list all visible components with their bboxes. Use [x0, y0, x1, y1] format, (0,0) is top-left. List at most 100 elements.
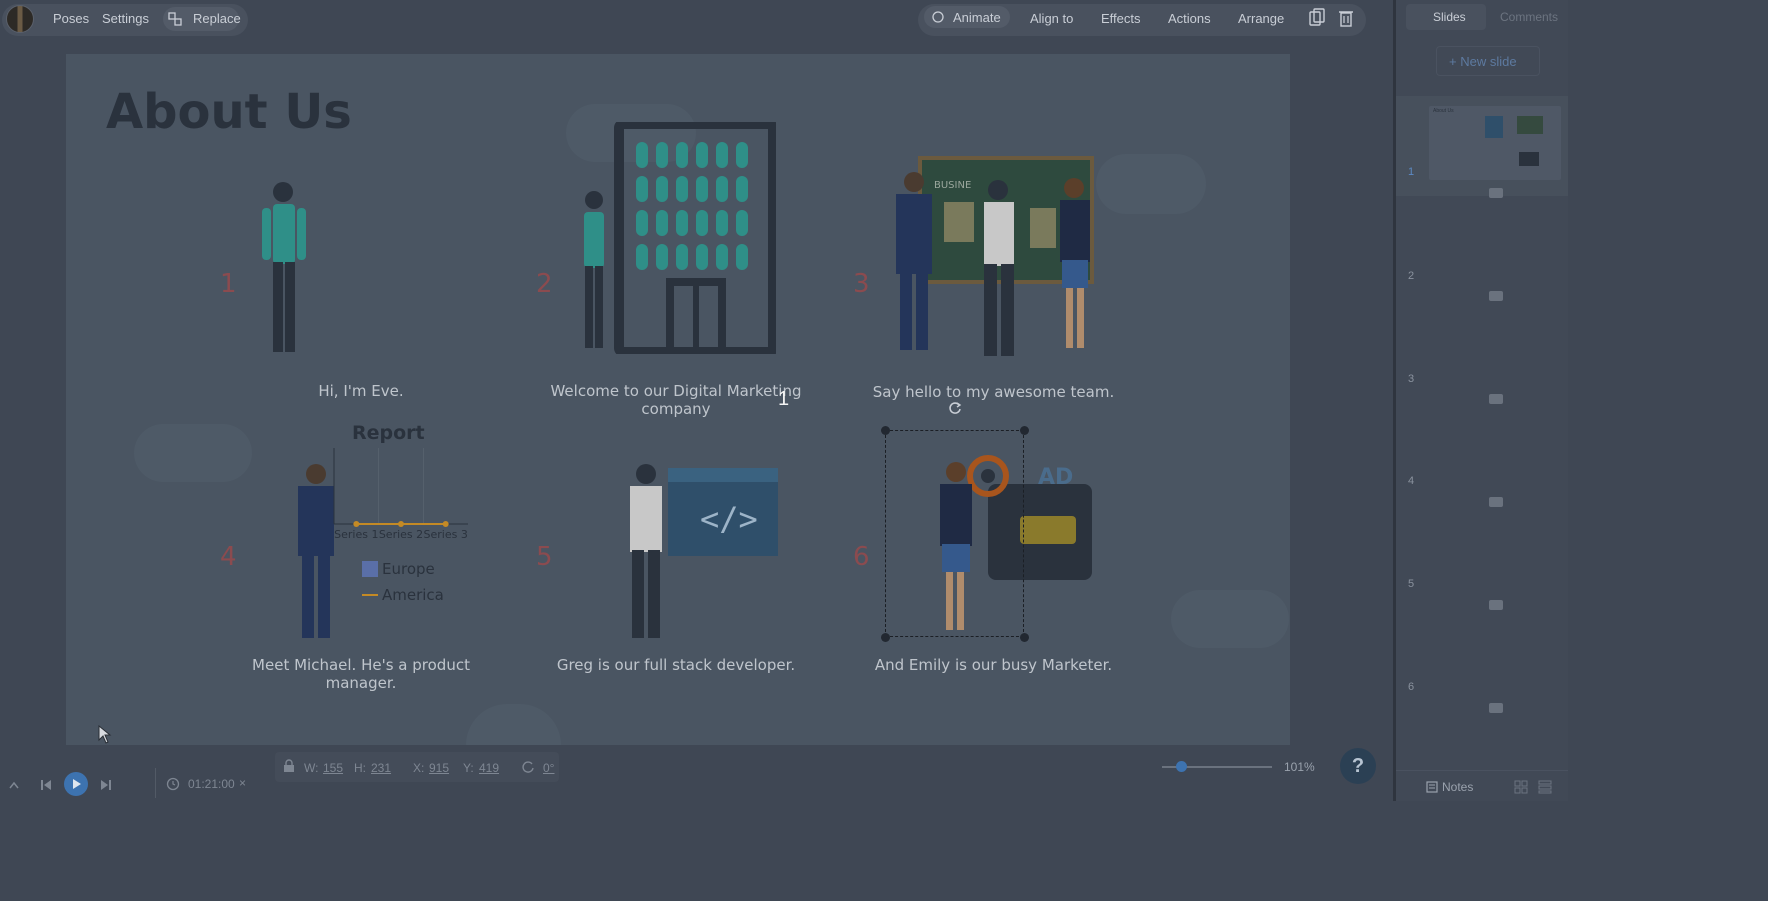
- office-building-image[interactable]: [566, 122, 776, 354]
- transition-icon[interactable]: [1489, 394, 1503, 404]
- new-slide-button[interactable]: + New slide: [1436, 46, 1540, 76]
- divider: [155, 768, 156, 798]
- report-chart[interactable]: Series 1 Series 2 Series 3: [322, 444, 472, 544]
- slide-thumbnail-1[interactable]: 1 About Us: [1396, 96, 1568, 196]
- resize-handle[interactable]: [881, 633, 890, 642]
- cloud-decoration: [466, 704, 561, 745]
- data-point: [353, 521, 360, 527]
- settings-button[interactable]: Settings: [102, 11, 149, 26]
- actions-button[interactable]: Actions: [1168, 11, 1211, 26]
- new-slide-label: + New slide: [1449, 54, 1517, 69]
- legend-swatch: [362, 561, 378, 577]
- item-caption[interactable]: Greg is our full stack developer.: [536, 656, 816, 674]
- item-caption[interactable]: And Emily is our busy Marketer.: [861, 656, 1126, 674]
- help-button[interactable]: ?: [1340, 748, 1376, 784]
- slide-canvas[interactable]: About Us 1 2 3 4 5 6 Hi, I'm Eve. Welcom…: [66, 54, 1290, 745]
- thumbnail-number: 1: [1408, 166, 1415, 178]
- rotate-handle-icon[interactable]: [948, 401, 962, 415]
- width-value[interactable]: 155: [323, 761, 343, 775]
- tab-comments[interactable]: Comments: [1500, 10, 1558, 24]
- panel-footer: Notes: [1396, 770, 1568, 801]
- item-caption[interactable]: Meet Michael. He's a product manager.: [216, 656, 506, 692]
- play-icon: [73, 779, 81, 789]
- x-tick-label: Series 1: [334, 528, 378, 541]
- zoom-level: 101%: [1284, 760, 1315, 774]
- close-icon[interactable]: ×: [239, 776, 246, 790]
- transition-icon[interactable]: [1489, 497, 1503, 507]
- transition-icon[interactable]: [1489, 291, 1503, 301]
- cloud-decoration: [134, 424, 252, 482]
- rotation-value[interactable]: 0°: [543, 761, 554, 775]
- developer-character-image[interactable]: </>: [618, 462, 778, 642]
- item-number: 6: [853, 542, 870, 572]
- resize-handle[interactable]: [1020, 426, 1029, 435]
- item-caption[interactable]: Hi, I'm Eve.: [226, 382, 496, 400]
- transition-icon[interactable]: [1489, 188, 1503, 198]
- x-tick-label: Series 2: [379, 528, 423, 541]
- next-icon[interactable]: [100, 779, 112, 791]
- legend-swatch: [362, 594, 378, 596]
- woman-character-image[interactable]: [252, 180, 312, 360]
- notes-button[interactable]: Notes: [1442, 780, 1473, 794]
- legend-label: America: [382, 586, 444, 604]
- zoom-slider-handle[interactable]: [1176, 761, 1187, 772]
- duplicate-icon[interactable]: [1308, 8, 1326, 28]
- height-label: H:: [354, 761, 366, 775]
- item-caption[interactable]: Welcome to our Digital Marketing company: [536, 382, 816, 418]
- lock-icon[interactable]: [283, 759, 295, 773]
- grid-view-icon[interactable]: [1514, 780, 1528, 794]
- list-view-icon[interactable]: [1538, 780, 1552, 794]
- data-point: [398, 521, 404, 527]
- resize-handle[interactable]: [1020, 633, 1029, 642]
- ad-text: AD: [1038, 465, 1073, 490]
- arrange-button[interactable]: Arrange: [1238, 11, 1284, 26]
- slides-panel: Slides Comments + New slide 1 About Us 2…: [1393, 0, 1568, 801]
- thumb-building: [1485, 116, 1503, 138]
- transition-icon[interactable]: [1489, 703, 1503, 713]
- team-board-image[interactable]: BUSINE: [884, 152, 1114, 362]
- slide-title[interactable]: About Us: [106, 84, 352, 140]
- clock-icon: [166, 777, 180, 791]
- notes-icon: [1426, 781, 1438, 793]
- delete-icon[interactable]: [1337, 8, 1355, 28]
- top-toolbar: Poses Settings Replace Animate Align to …: [0, 0, 1568, 38]
- x-value[interactable]: 915: [429, 761, 449, 775]
- bottom-bar: 01:21:00 × W: 155 H: 231 X: 915 Y: 419 0…: [0, 750, 1393, 801]
- thumbnail-preview: About Us: [1429, 106, 1561, 180]
- data-point: [442, 521, 449, 527]
- animate-icon: [932, 11, 944, 23]
- chart-title: Report: [352, 422, 425, 444]
- replace-button[interactable]: Replace: [163, 7, 241, 31]
- previous-icon[interactable]: [40, 779, 52, 791]
- y-value[interactable]: 419: [479, 761, 499, 775]
- slide-thumbnail-4[interactable]: 4: [1396, 411, 1568, 511]
- transition-icon[interactable]: [1489, 600, 1503, 610]
- thumbnail-title: About Us: [1433, 108, 1454, 114]
- thumbnail-number: 5: [1408, 578, 1415, 590]
- slide-thumbnail-5[interactable]: 5: [1396, 514, 1568, 614]
- item-number: 1: [220, 269, 237, 299]
- avatar[interactable]: [6, 5, 34, 33]
- play-button[interactable]: [64, 772, 88, 796]
- item-number: 4: [220, 542, 237, 572]
- effects-button[interactable]: Effects: [1101, 11, 1141, 26]
- resize-handle[interactable]: [881, 426, 890, 435]
- replace-label: Replace: [193, 11, 241, 26]
- dimensions-panel: W: 155 H: 231 X: 915 Y: 419 0°: [275, 752, 559, 782]
- slide-thumbnail-2[interactable]: 2: [1396, 205, 1568, 305]
- slide-thumbnail-6[interactable]: 6: [1396, 617, 1568, 717]
- x-tick-label: Series 3: [424, 528, 468, 541]
- slide-thumbnail-3[interactable]: 3: [1396, 308, 1568, 408]
- thumbnail-number: 4: [1408, 475, 1415, 487]
- selection-box[interactable]: [885, 430, 1024, 637]
- animate-label: Animate: [953, 10, 1001, 25]
- animate-button[interactable]: Animate: [924, 6, 1010, 28]
- chevron-up-icon[interactable]: [8, 780, 20, 790]
- height-value[interactable]: 231: [371, 761, 391, 775]
- align-to-button[interactable]: Align to: [1030, 11, 1073, 26]
- poses-button[interactable]: Poses: [53, 11, 89, 26]
- thumbnail-number: 6: [1408, 681, 1415, 693]
- item-caption[interactable]: Say hello to my awesome team.: [856, 383, 1131, 401]
- duration-time[interactable]: 01:21:00: [188, 777, 235, 791]
- tab-slides-label: Slides: [1433, 10, 1466, 24]
